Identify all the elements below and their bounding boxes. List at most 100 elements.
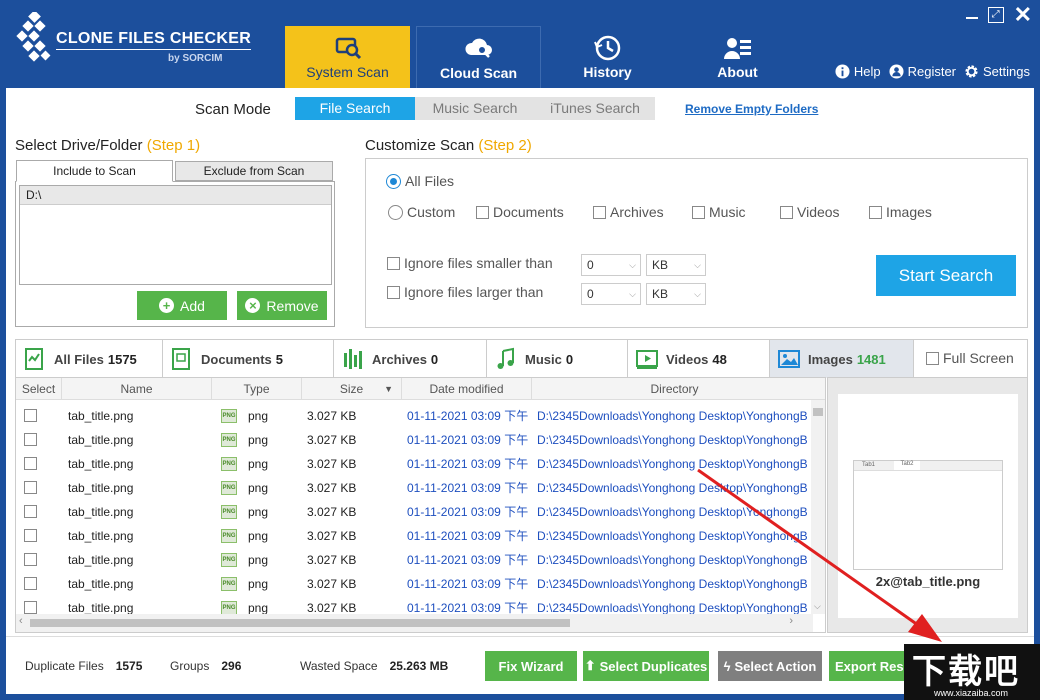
preview-image[interactable]: Tab1 Tab2: [853, 460, 1003, 570]
archives-checkbox[interactable]: [593, 205, 606, 219]
settings-link[interactable]: Settings: [964, 64, 1030, 79]
tab-about[interactable]: About: [675, 26, 800, 88]
images-checkbox[interactable]: [869, 205, 882, 219]
ignore-larger-checkbox[interactable]: [387, 285, 400, 299]
larger-unit-select[interactable]: KB ⌵: [646, 283, 706, 305]
select-drive-title-text: Select Drive/Folder: [15, 137, 143, 154]
images-option[interactable]: Images: [869, 204, 932, 220]
fix-wizard-button[interactable]: Fix Wizard: [485, 651, 577, 681]
smaller-value-select[interactable]: 0 ⌵: [581, 254, 641, 276]
preview-tab1: Tab1: [862, 462, 876, 468]
row-select-checkbox[interactable]: [24, 529, 37, 542]
all-files-option[interactable]: All Files: [386, 173, 454, 189]
full-screen-checkbox[interactable]: [926, 351, 939, 365]
category-tab-videos[interactable]: Videos 48: [628, 340, 770, 378]
table-row[interactable]: tab_title.png PNG png 3.027 KB 01-11-2021 03…: [16, 476, 816, 500]
tab-include-to-scan[interactable]: Include to Scan: [16, 160, 173, 182]
customize-title: Customize Scan (Step 2): [365, 137, 532, 154]
row-type: png: [248, 505, 269, 519]
col-date[interactable]: Date modified: [402, 378, 532, 400]
videos-checkbox[interactable]: [780, 205, 793, 219]
videos-option[interactable]: Videos: [780, 204, 840, 220]
category-tab-archives[interactable]: Archives 0: [334, 340, 487, 378]
tab-history[interactable]: History: [545, 26, 670, 88]
table-row[interactable]: tab_title.png PNG png 3.027 KB 01-11-2021 03…: [16, 404, 816, 428]
ignore-smaller-option[interactable]: Ignore files smaller than: [387, 255, 553, 271]
table-row[interactable]: tab_title.png PNG png 3.027 KB 01-11-2021 03…: [16, 428, 816, 452]
help-link[interactable]: Help: [835, 64, 881, 79]
col-name[interactable]: Name: [62, 378, 212, 400]
row-select-checkbox[interactable]: [24, 433, 37, 446]
restore-icon[interactable]: ⤢: [987, 7, 1004, 23]
col-size[interactable]: Size ▼: [302, 378, 402, 400]
row-select-checkbox[interactable]: [24, 577, 37, 590]
register-link[interactable]: Register: [889, 64, 956, 79]
col-type[interactable]: Type: [212, 378, 302, 400]
row-select-checkbox[interactable]: [24, 481, 37, 494]
category-tab-images[interactable]: Images 1481: [770, 340, 914, 378]
row-select-checkbox[interactable]: [24, 505, 37, 518]
mode-tab-file-search[interactable]: File Search: [295, 97, 415, 120]
folder-list-item[interactable]: D:\: [20, 186, 331, 205]
results-table: Select Name Type Size ▼ Date modified Di…: [15, 377, 826, 633]
category-tab-all-files[interactable]: All Files 1575: [16, 340, 163, 378]
larger-value-select[interactable]: 0 ⌵: [581, 283, 641, 305]
chevron-down-icon: ⌵: [694, 260, 701, 270]
horizontal-scroll-thumb[interactable]: [30, 619, 570, 627]
select-action-button[interactable]: ϟ Select Action: [718, 651, 822, 681]
vertical-scroll-thumb[interactable]: [813, 408, 823, 416]
horizontal-scrollbar[interactable]: ‹ ›: [16, 614, 813, 632]
row-select-checkbox[interactable]: [24, 553, 37, 566]
row-date: 01-11-2021 03:09 下午: [407, 529, 529, 543]
custom-radio[interactable]: [388, 204, 403, 220]
table-row[interactable]: tab_title.png PNG png 3.027 KB 01-11-2021 03…: [16, 452, 816, 476]
ignore-larger-option[interactable]: Ignore files larger than: [387, 284, 543, 300]
tab-cloud-scan[interactable]: Cloud Scan: [416, 26, 541, 88]
music-option[interactable]: Music: [692, 204, 746, 220]
all-files-radio[interactable]: [386, 173, 401, 189]
full-screen-toggle[interactable]: Full Screen: [926, 350, 1014, 366]
scroll-right-icon[interactable]: ›: [789, 615, 793, 627]
row-select-checkbox[interactable]: [24, 457, 37, 470]
select-duplicates-button[interactable]: ⬆ Select Duplicates: [583, 651, 709, 681]
row-date: 01-11-2021 03:09 下午: [407, 553, 529, 567]
remove-empty-folders-link[interactable]: Remove Empty Folders: [685, 102, 818, 116]
scroll-left-icon[interactable]: ‹: [19, 615, 23, 627]
mode-tab-music-search[interactable]: Music Search: [415, 97, 535, 120]
documents-option[interactable]: Documents: [476, 204, 564, 220]
remove-label: Remove: [266, 297, 319, 314]
add-folder-button[interactable]: + Add: [137, 291, 227, 320]
remove-folder-button[interactable]: × Remove: [237, 291, 327, 320]
music-checkbox[interactable]: [692, 205, 705, 219]
logo-mark-icon: [16, 12, 51, 62]
category-tab-documents[interactable]: Documents 5: [163, 340, 334, 378]
table-row[interactable]: tab_title.png PNG png 3.027 KB 01-11-2021 03…: [16, 524, 816, 548]
category-tab-music[interactable]: Music 0: [487, 340, 628, 378]
documents-checkbox[interactable]: [476, 205, 489, 219]
tab-system-scan[interactable]: System Scan: [285, 26, 410, 88]
minimize-icon[interactable]: [965, 17, 978, 19]
scroll-down-icon[interactable]: ⌵: [814, 601, 821, 612]
tab-exclude-from-scan[interactable]: Exclude from Scan: [175, 161, 333, 181]
col-select[interactable]: Select: [16, 378, 62, 400]
vertical-scrollbar[interactable]: ⌵: [811, 400, 825, 614]
row-select-checkbox[interactable]: [24, 601, 37, 614]
ignore-smaller-checkbox[interactable]: [387, 256, 400, 270]
table-row[interactable]: tab_title.png PNG png 3.027 KB 01-11-2021 03…: [16, 572, 816, 596]
table-row[interactable]: tab_title.png PNG png 3.027 KB 01-11-2021 03…: [16, 548, 816, 572]
start-search-button[interactable]: Start Search: [876, 255, 1016, 296]
preview-card: Tab1 Tab2 2x@tab_title.png: [838, 394, 1018, 618]
row-select-checkbox[interactable]: [24, 409, 37, 422]
system-scan-icon: [335, 37, 361, 60]
archives-option[interactable]: Archives: [593, 204, 664, 220]
table-row[interactable]: tab_title.png PNG png 3.027 KB 01-11-2021 03…: [16, 500, 816, 524]
mode-tab-itunes-search[interactable]: iTunes Search: [535, 97, 655, 120]
wasted-value: 25.263 MB: [389, 659, 449, 673]
folder-list[interactable]: D:\: [19, 185, 332, 285]
preview-tab-strip: Tab1 Tab2: [854, 461, 1002, 471]
export-results-button[interactable]: Export Resu: [829, 651, 909, 681]
close-icon[interactable]: ✕: [1014, 4, 1032, 26]
smaller-unit-select[interactable]: KB ⌵: [646, 254, 706, 276]
col-directory[interactable]: Directory: [532, 378, 817, 400]
custom-option[interactable]: Custom: [388, 204, 455, 220]
